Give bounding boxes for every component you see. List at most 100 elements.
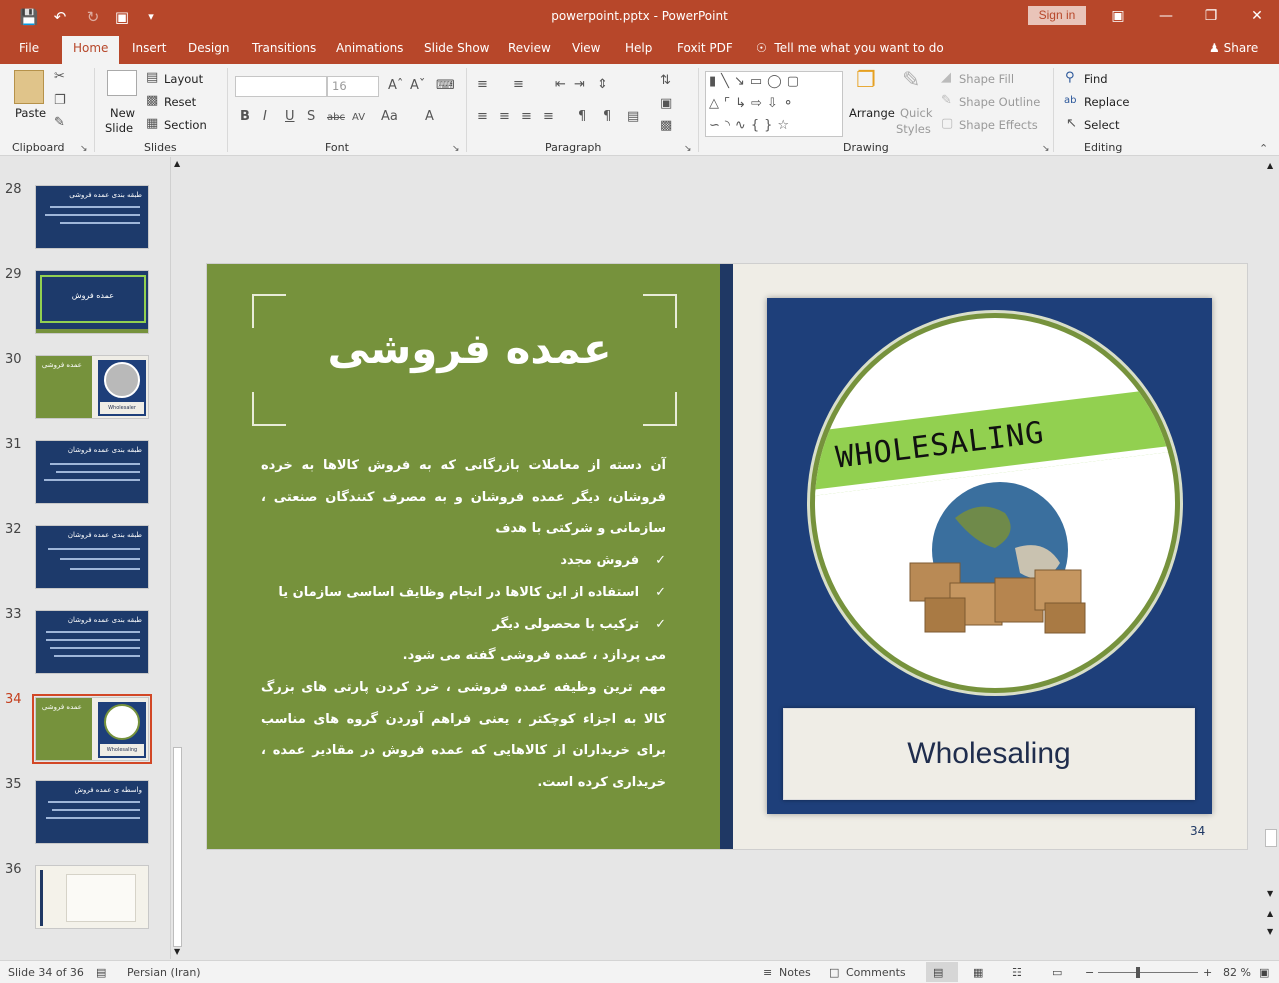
scroll-down-icon[interactable]: ▼ [174,947,180,956]
share-button[interactable]: ♟ Share [1209,41,1258,55]
next-slide-icon[interactable]: ▼ [1267,927,1273,936]
language-indicator[interactable]: Persian (Iran) [127,966,201,979]
tab-foxit-pdf[interactable]: Foxit PDF [677,41,733,55]
layout-button[interactable]: Layout [164,72,203,86]
clear-formatting-icon[interactable]: ⌨ [436,79,455,93]
scroll-up-icon[interactable]: ▲ [174,159,180,168]
align-text-icon[interactable]: ▣ [660,97,672,111]
caption-box[interactable]: Wholesaling [783,708,1195,800]
zoom-in-icon[interactable]: + [1203,966,1212,979]
normal-view-icon[interactable]: ▤ [933,966,943,979]
smartart-icon[interactable]: ▩ [660,119,672,133]
quick-styles-icon[interactable]: ✎ [902,70,920,92]
font-size-combo[interactable]: 16 [327,76,379,97]
reset-button[interactable]: Reset [164,95,196,109]
shape-outline-button[interactable]: Shape Outline [959,95,1040,109]
tab-insert[interactable]: Insert [132,41,166,55]
increase-indent-icon[interactable]: ⇥ [574,78,585,92]
shapes-gallery[interactable]: ▮╲↘▭◯▢ △⌜↳⇨⇩⚬ ∽◝∿{}☆ [705,71,843,137]
slide-thumbnail[interactable]: طبقه بندی عمده فروشان [35,610,149,674]
slide-title[interactable]: عمده فروشی [257,324,682,373]
quick-styles-label-2[interactable]: Styles [896,122,931,136]
ltr-icon[interactable]: ¶ [603,110,611,124]
align-center-icon[interactable]: ≡ [499,110,510,124]
shape-fill-button[interactable]: Shape Fill [959,72,1014,86]
replace-button[interactable]: Replace [1084,95,1130,109]
slide-show-icon[interactable]: ▭ [1052,966,1062,979]
previous-slide-icon[interactable]: ▲ [1267,909,1273,918]
align-right-icon[interactable]: ≡ [521,110,532,124]
slide-thumbnail[interactable]: طبقه بندی عمده فروشان [35,525,149,589]
fit-to-window-icon[interactable]: ▣ [1259,966,1269,979]
slide-sorter-icon[interactable]: ▦ [973,966,983,979]
cut-icon[interactable]: ✂ [54,70,65,84]
zoom-out-icon[interactable]: − [1085,966,1094,979]
tab-file[interactable]: File [19,41,39,55]
thumbnail-scrollbar[interactable]: ▲ ▼ [170,157,184,959]
restore-icon[interactable]: ❐ [1196,6,1226,26]
slide-thumbnail[interactable]: طبقه بندی عمده فروشان [35,440,149,504]
shapes-row-2-icon[interactable]: △⌜↳⇨⇩⚬ [709,97,799,111]
editor-scrollbar[interactable]: ▲ ▼ ▲ ▼ [1263,157,1279,959]
slide-thumbnail[interactable]: واسطه ی عمده فروش [35,780,149,844]
tab-design[interactable]: Design [188,41,229,55]
close-icon[interactable]: ✕ [1242,6,1272,26]
dialog-launcher-icon[interactable]: ↘ [80,142,88,156]
picture-frame[interactable]: WHOLESALING Wholesaling [767,298,1212,814]
decrease-indent-icon[interactable]: ⇤ [555,78,566,92]
new-slide-label-2[interactable]: Slide [105,121,133,135]
shapes-row-1-icon[interactable]: ▮╲↘▭◯▢ [709,75,804,89]
copy-icon[interactable]: ❐ [54,94,66,108]
scroll-up-icon[interactable]: ▲ [1267,161,1273,170]
slide-thumbnail[interactable]: عمده فروشی Wholesaler [35,355,149,419]
zoom-level[interactable]: 82 % [1223,966,1251,979]
tell-me-search[interactable]: ☉ Tell me what you want to do [756,41,944,55]
collapse-ribbon-icon[interactable]: ⌃ [1259,142,1268,156]
numbering-icon[interactable]: ≡ [513,78,524,92]
find-button[interactable]: Find [1084,72,1108,86]
zoom-slider[interactable] [1098,972,1198,973]
comments-button[interactable]: Comments [846,966,906,979]
new-slide-label-1[interactable]: New [110,106,135,120]
paste-icon[interactable] [14,70,44,104]
text-direction-icon[interactable]: ⇅ [660,74,671,88]
font-color-icon[interactable]: A [425,110,434,124]
dialog-launcher-icon[interactable]: ↘ [1042,142,1050,156]
slide-body-text[interactable]: آن دسته از معاملات بازرگانی که به فروش ک… [261,450,666,799]
shadow-icon[interactable]: S [307,110,315,124]
select-button[interactable]: Select [1084,118,1119,132]
new-slide-icon[interactable] [107,70,137,96]
change-case-icon[interactable]: Aa [381,110,398,124]
character-spacing-icon[interactable]: AV [352,111,365,125]
tab-home[interactable]: Home [62,36,120,64]
notes-button[interactable]: Notes [779,966,811,979]
shapes-row-3-icon[interactable]: ∽◝∿{}☆ [709,119,794,133]
thumbnail-scrollbar-thumb[interactable] [173,747,182,947]
reading-view-icon[interactable]: ☷ [1012,966,1022,979]
italic-icon[interactable]: I [263,110,267,124]
font-name-combo[interactable] [235,76,327,97]
align-left-icon[interactable]: ≡ [477,110,488,124]
bold-icon[interactable]: B [240,110,250,124]
tab-review[interactable]: Review [508,41,551,55]
sign-in-button[interactable]: Sign in [1028,6,1086,25]
justify-icon[interactable]: ≡ [543,110,554,124]
dialog-launcher-icon[interactable]: ↘ [452,142,460,156]
wholesaling-image[interactable]: WHOLESALING [810,313,1180,693]
rtl-icon[interactable]: ¶ [578,110,586,124]
spelling-icon[interactable]: ▤ [96,966,106,979]
bullets-icon[interactable]: ≡ [477,78,488,92]
quick-styles-label-1[interactable]: Quick [900,106,933,120]
editor-scrollbar-thumb[interactable] [1265,829,1277,847]
section-button[interactable]: Section [164,118,207,132]
dialog-launcher-icon[interactable]: ↘ [684,142,692,156]
decrease-font-icon[interactable]: Aˇ [410,79,425,93]
tab-transitions[interactable]: Transitions [252,41,316,55]
scroll-down-icon[interactable]: ▼ [1267,889,1273,898]
current-slide[interactable]: عمده فروشی آن دسته از معاملات بازرگانی ک… [206,263,1248,850]
minimize-icon[interactable]: — [1151,6,1181,26]
increase-font-icon[interactable]: Aˆ [388,79,403,93]
tab-view[interactable]: View [572,41,600,55]
slide-thumbnail[interactable]: طبقه بندی عمده فروشی [35,185,149,249]
comments-icon[interactable]: □ [829,966,839,979]
